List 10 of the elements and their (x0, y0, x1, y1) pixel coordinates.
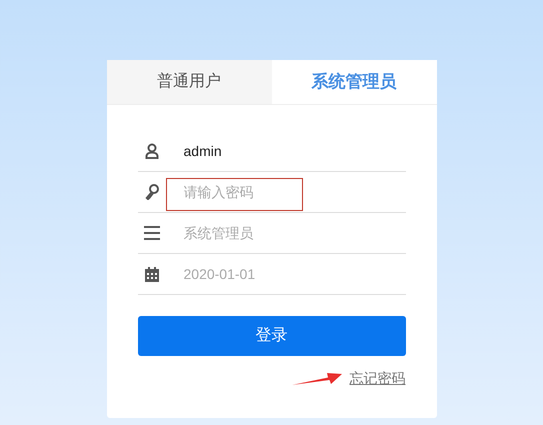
calendar-icon (144, 266, 158, 282)
tab[interactable]: 普通用户 (106, 60, 272, 104)
password-field[interactable]: 请输入密码 (184, 182, 284, 202)
user-icon (144, 143, 158, 159)
menu-icon (144, 226, 160, 240)
input-field[interactable]: 2020-01-01 (184, 264, 284, 284)
input-field[interactable]: 系统管理员 (184, 222, 284, 244)
login-button[interactable]: 登录 (138, 316, 406, 356)
input-field[interactable]: admin (184, 140, 284, 162)
forgot-password-link[interactable]: 忘记密码 (350, 368, 406, 389)
